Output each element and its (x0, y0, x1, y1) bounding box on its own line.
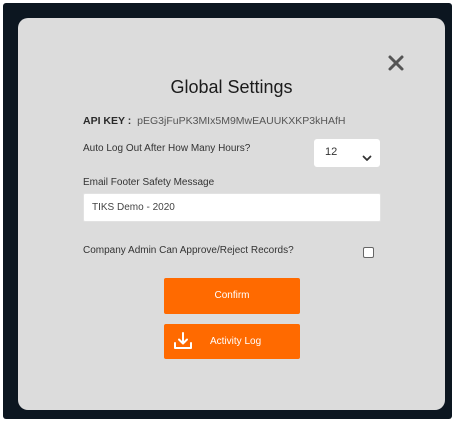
close-button[interactable] (385, 52, 407, 74)
company-admin-approve-checkbox[interactable] (363, 247, 374, 258)
download-icon (173, 332, 193, 353)
dialog-title: Global Settings (170, 77, 293, 97)
close-icon (388, 55, 404, 71)
auto-logout-selected-value: 12 (325, 146, 338, 158)
global-settings-dialog: Global Settings API KEY : pEG3jFuPK3MIx5… (18, 18, 445, 410)
auto-logout-hours-select[interactable]: 12 (314, 139, 380, 167)
email-footer-input[interactable]: TIKS Demo - 2020 (83, 193, 381, 222)
activity-log-button-label: Activity Log (210, 336, 262, 347)
activity-log-button[interactable]: Activity Log (164, 324, 300, 359)
api-key-label: API KEY : (83, 115, 132, 127)
auto-logout-label: Auto Log Out After How Many Hours? (83, 143, 251, 154)
confirm-button-label: Confirm (214, 290, 250, 301)
backdrop: Global Settings API KEY : pEG3jFuPK3MIx5… (3, 3, 452, 419)
email-footer-value: TIKS Demo - 2020 (92, 202, 175, 213)
api-key-value: pEG3jFuPK3MIx5M9MwEAUUKXKP3kHAfH (137, 115, 346, 127)
email-footer-label: Email Footer Safety Message (83, 177, 215, 188)
confirm-button[interactable]: Confirm (164, 278, 300, 314)
chevron-down-icon (362, 149, 372, 167)
api-key-row: API KEY : pEG3jFuPK3MIx5M9MwEAUUKXKP3kHA… (83, 115, 345, 127)
company-admin-approve-label: Company Admin Can Approve/Reject Records… (83, 245, 294, 256)
